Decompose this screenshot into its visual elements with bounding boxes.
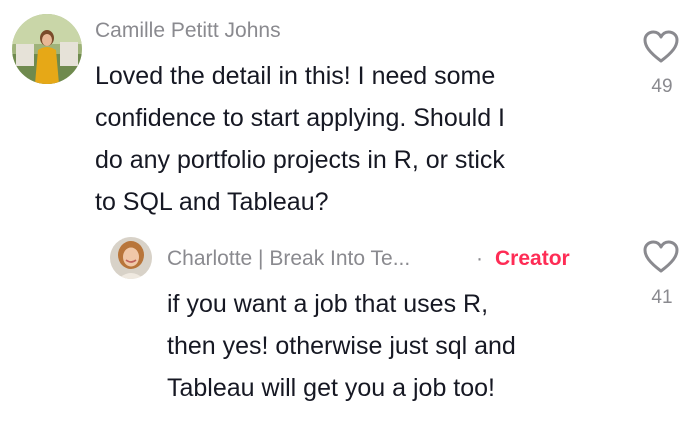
comment-text-line: to SQL and Tableau?	[95, 188, 329, 216]
like-count: 49	[651, 76, 673, 97]
separator-dot: ·	[476, 247, 483, 270]
comment-text-line: Loved the detail in this! I need some	[95, 62, 496, 90]
comment-text-line: do any portfolio projects in R, or stick	[95, 146, 505, 174]
commenter-avatar[interactable]	[12, 14, 82, 84]
reply-text: if you want a job that uses R, then yes!…	[167, 283, 607, 409]
commenter-name[interactable]: Camille Petitt Johns	[95, 19, 281, 43]
creator-badge: Creator	[495, 247, 570, 270]
like-count: 41	[651, 287, 673, 308]
reply-text-line: Tableau will get you a job too!	[167, 374, 495, 402]
comment-text: Loved the detail in this! I need some co…	[95, 55, 635, 223]
reply-author-name[interactable]: Charlotte | Break Into Te...	[167, 247, 410, 271]
comment-text-line: confidence to start applying. Should I	[95, 104, 505, 132]
reply-text-line: then yes! otherwise just sql and	[167, 332, 516, 360]
reply-text-line: if you want a job that uses R,	[167, 290, 489, 318]
heart-outline-icon[interactable]	[643, 30, 679, 64]
creator-avatar[interactable]	[110, 237, 152, 279]
heart-outline-icon[interactable]	[643, 240, 679, 274]
